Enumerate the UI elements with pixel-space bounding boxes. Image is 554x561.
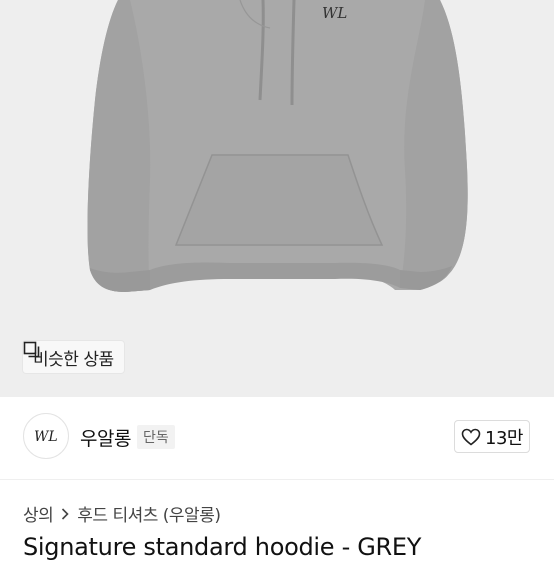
similar-products-label: 비슷한 상품 — [33, 349, 114, 370]
similar-products-button[interactable]: 비슷한 상품 — [23, 341, 124, 373]
heart-icon — [461, 428, 481, 446]
product-image[interactable]: WL 비슷한 상품 — [0, 0, 554, 397]
chevron-right-icon — [62, 507, 69, 520]
like-button[interactable]: 13만 — [454, 420, 530, 453]
store-name[interactable]: 우알롱 — [80, 424, 131, 451]
divider — [0, 479, 554, 480]
breadcrumb-item-subcategory[interactable]: 후드 티셔츠 (우알롱) — [77, 501, 221, 526]
like-count: 13만 — [485, 427, 523, 449]
product-title: Signature standard hoodie - GREY — [23, 533, 422, 561]
store-logo[interactable]: WL — [23, 413, 69, 459]
svg-text:WL: WL — [322, 4, 347, 22]
copy-icon — [23, 341, 40, 358]
exclusive-badge: 단독 — [137, 425, 175, 449]
breadcrumb: 상의 후드 티셔츠 (우알롱) — [23, 501, 221, 526]
svg-text:WL: WL — [34, 429, 58, 445]
breadcrumb-item-category[interactable]: 상의 — [23, 501, 54, 526]
wl-logo-icon: WL — [34, 429, 58, 445]
hoodie-image: WL — [87, 0, 468, 292]
